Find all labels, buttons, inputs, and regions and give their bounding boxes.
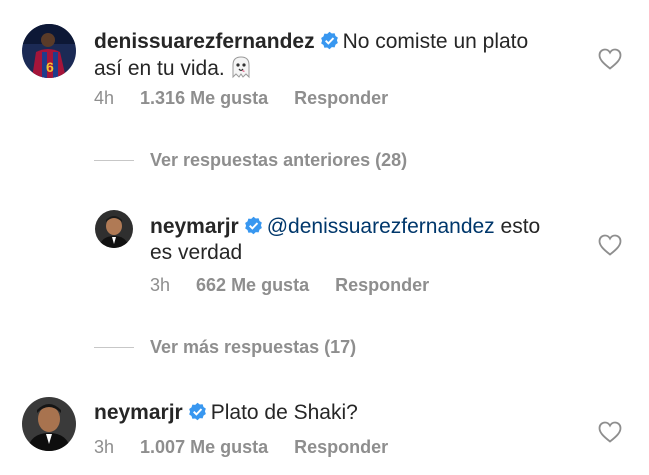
username[interactable]: neymarjr [150,215,239,238]
heart-icon[interactable] [598,48,622,70]
comment-text: Plato de Shaki? [210,401,358,424]
verified-badge-icon [244,216,263,235]
mention-link[interactable]: @denissuarezfernandez [267,215,495,238]
avatar[interactable] [22,397,76,451]
comment-text: así en tu vida. [94,57,225,80]
heart-icon[interactable] [598,234,622,256]
likes-count[interactable]: 1.316 Me gusta [140,88,268,109]
divider [94,347,134,348]
timestamp: 4h [94,88,115,108]
view-previous-replies-button[interactable]: Ver respuestas anteriores (28) [150,150,407,171]
avatar[interactable] [95,210,133,248]
comment-text: esto [500,215,541,238]
svg-text:6: 6 [46,59,54,75]
verified-badge-icon [320,31,339,50]
comment-text: No comiste un plato [342,30,529,53]
timestamp: 3h [94,437,115,457]
comment-text: es verdad [150,241,243,264]
verified-badge-icon [188,402,207,421]
timestamp: 3h [150,275,171,295]
reply-button[interactable]: Responder [294,88,388,109]
username[interactable]: neymarjr [94,401,183,424]
view-more-replies-button[interactable]: Ver más respuestas (17) [150,337,356,358]
reply-button[interactable]: Responder [294,437,388,458]
username[interactable]: denissuarezfernandez [94,30,315,53]
avatar[interactable]: 6 [22,24,76,78]
likes-count[interactable]: 1.007 Me gusta [140,437,268,458]
divider [94,160,134,161]
heart-icon[interactable] [598,421,622,443]
reply-button[interactable]: Responder [335,275,429,296]
ghost-emoji [229,55,253,79]
likes-count[interactable]: 662 Me gusta [196,275,309,296]
